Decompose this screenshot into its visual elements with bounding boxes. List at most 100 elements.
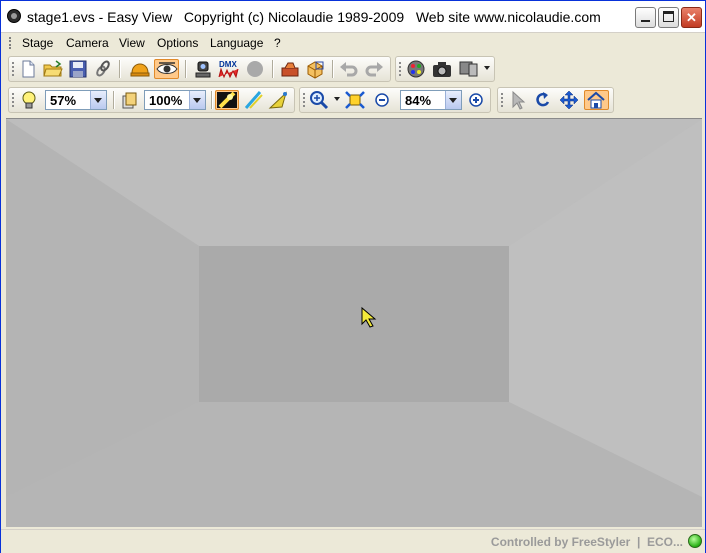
maximize-button[interactable] (658, 7, 679, 28)
light-cone-icon (268, 91, 287, 109)
toolbar-grip[interactable] (399, 62, 403, 76)
view-mode-button[interactable] (154, 59, 179, 79)
minimize-button[interactable] (635, 7, 656, 28)
undo-icon (340, 62, 358, 77)
link-button[interactable] (92, 59, 114, 79)
dmx-button[interactable]: DMX (217, 59, 239, 79)
toolbar-grip[interactable] (303, 93, 307, 107)
arrow-pointer-icon (512, 90, 526, 110)
dmx-label: DMX (219, 60, 237, 69)
structure-button[interactable] (129, 59, 151, 79)
light-toolbar: 57% 100% (8, 87, 295, 113)
close-icon: ✕ (686, 10, 697, 25)
toolbox-icon (281, 62, 299, 77)
rotate-icon (536, 92, 550, 107)
home-icon (587, 91, 605, 109)
dmx-icon: DMX (218, 60, 239, 79)
redo-icon (365, 62, 383, 77)
zoom-in-button[interactable] (465, 90, 487, 110)
toolbar-separator (185, 60, 187, 78)
menu-camera[interactable]: Camera (63, 36, 112, 50)
toolbar-grip[interactable] (501, 93, 505, 107)
toolbar-row-1: DMX (1, 54, 705, 84)
menu-language[interactable]: Language (207, 36, 266, 50)
chevron-down-icon[interactable] (445, 91, 461, 109)
undo-button[interactable] (338, 59, 360, 79)
menu-grip[interactable] (9, 37, 13, 49)
pan-tool-button[interactable] (558, 90, 580, 110)
opacity-select[interactable]: 100% (144, 90, 206, 110)
color-wheel-button[interactable] (405, 59, 427, 79)
status-bar: Controlled by FreeStyler | ECO... (1, 529, 705, 553)
chevron-down-icon[interactable] (189, 91, 205, 109)
beam-cone-button[interactable] (267, 90, 289, 110)
zoom-in-icon (469, 93, 483, 107)
zoom-level-select[interactable]: 84% (400, 90, 462, 110)
light-intensity-select[interactable]: 57% (45, 90, 107, 110)
menu-options[interactable]: Options (154, 36, 201, 50)
minimize-icon (641, 20, 650, 22)
fixture-button[interactable] (192, 59, 214, 79)
zoom-tool-dropdown-icon[interactable] (334, 97, 340, 101)
maximize-icon (663, 11, 674, 22)
open-folder-icon (43, 60, 63, 77)
save-button[interactable] (67, 59, 89, 79)
save-icon (69, 60, 87, 78)
open-button[interactable] (42, 59, 64, 79)
toolbar-grip[interactable] (12, 93, 16, 107)
beam-line-button[interactable] (242, 90, 264, 110)
zoom-out-icon (375, 93, 389, 107)
select-tool-button[interactable] (507, 90, 529, 110)
rotate-tool-button[interactable] (532, 90, 554, 110)
chevron-down-icon[interactable] (90, 91, 106, 109)
toolbar-row-2: 57% 100% 84% (1, 85, 705, 115)
magnifier-icon (310, 91, 329, 110)
light-intensity-value: 57% (50, 93, 77, 108)
laser-beam-icon (244, 91, 263, 109)
zoom-out-button[interactable] (371, 90, 393, 110)
close-button[interactable]: ✕ (681, 7, 702, 28)
chain-link-icon (96, 60, 110, 77)
cube-icon (307, 61, 324, 79)
toolbar-separator (332, 60, 334, 78)
lightbulb-icon (22, 91, 36, 109)
zoom-tool-button[interactable] (308, 90, 330, 110)
moving-head-icon (195, 61, 211, 78)
stage-room-render[interactable] (6, 119, 702, 527)
light-button[interactable] (18, 90, 40, 110)
move-arrows-icon (559, 90, 579, 110)
toolbar-separator (272, 60, 274, 78)
opacity-button[interactable] (118, 90, 140, 110)
snapshot-button[interactable] (431, 59, 453, 79)
zoom-toolbar: 84% (299, 87, 491, 113)
render-options-button[interactable] (457, 59, 479, 79)
toolbar-separator (113, 91, 115, 109)
zoom-fit-button[interactable] (344, 90, 366, 110)
render-options-dropdown-icon[interactable] (484, 66, 490, 70)
main-toolbar: DMX (8, 56, 391, 82)
beam-effect-button[interactable] (215, 90, 239, 110)
menu-stage[interactable]: Stage (19, 36, 56, 50)
tools-button[interactable] (279, 59, 301, 79)
stage-viewport[interactable] (6, 118, 702, 527)
disabled-circle-button[interactable] (244, 59, 266, 79)
zoom-level-value: 84% (405, 93, 432, 108)
menu-view[interactable]: View (116, 36, 148, 50)
menu-help[interactable]: ? (271, 36, 284, 50)
circle-icon (247, 61, 263, 77)
app-icon[interactable] (7, 9, 21, 23)
opacity-icon (122, 92, 137, 109)
menu-bar: Stage Camera View Options Language ? (1, 33, 705, 53)
toolbar-grip[interactable] (12, 62, 16, 76)
title-bar[interactable]: stage1.evs - Easy View Copyright (c) Nic… (1, 1, 705, 33)
fit-to-window-icon (345, 91, 365, 109)
new-file-button[interactable] (17, 59, 39, 79)
monitor-icon (459, 61, 478, 77)
redo-button[interactable] (363, 59, 385, 79)
cube-button[interactable] (304, 59, 326, 79)
toolbar-separator (211, 91, 213, 109)
camera-icon (433, 62, 451, 77)
home-view-button[interactable] (584, 90, 609, 110)
connection-status-led-icon (688, 534, 702, 548)
app-window: stage1.evs - Easy View Copyright (c) Nic… (0, 0, 706, 553)
